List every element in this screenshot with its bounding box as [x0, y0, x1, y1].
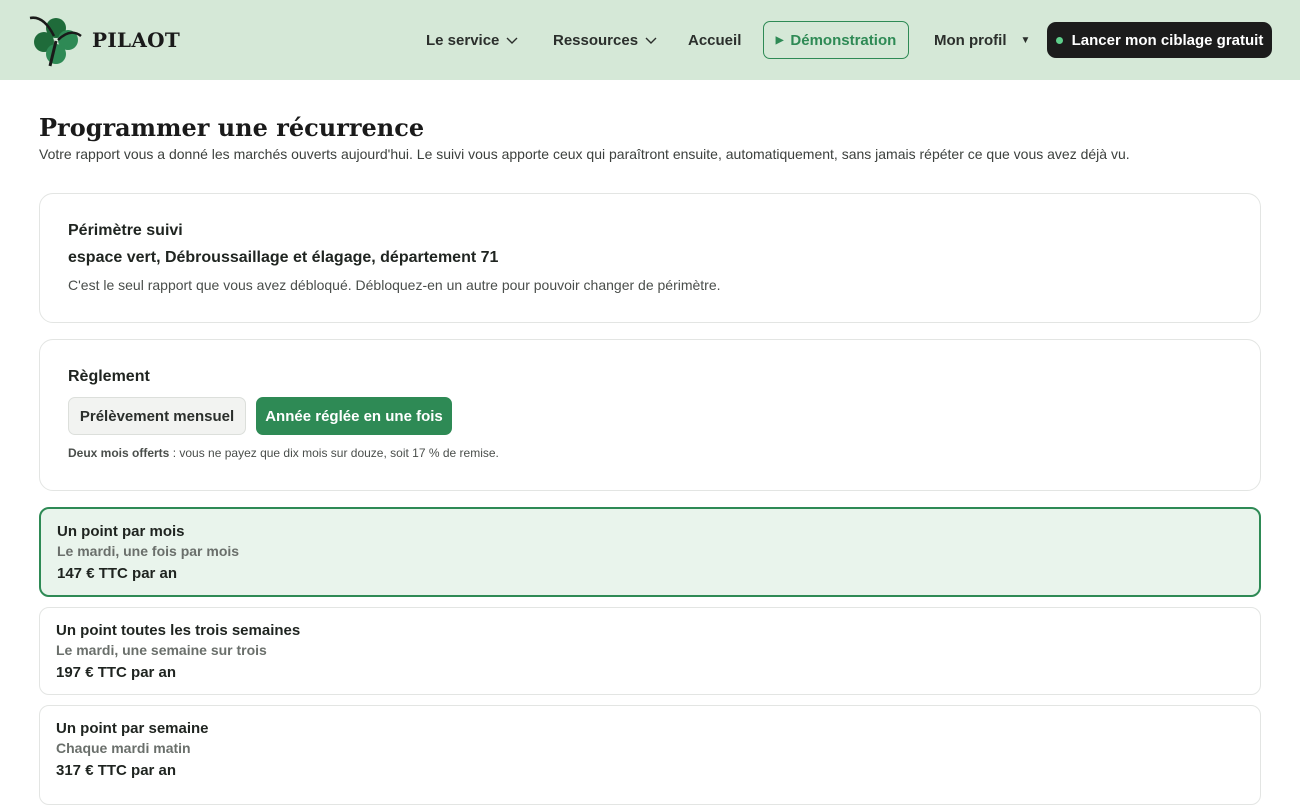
page-subtitle: Votre rapport vous a donné les marchés o…	[39, 146, 1130, 162]
play-icon: ▶	[775, 34, 784, 46]
nav-home-label: Accueil	[688, 31, 742, 49]
nav-profile[interactable]: Mon profil ▼	[934, 28, 1030, 52]
chevron-down-icon	[645, 37, 657, 44]
brand-logo[interactable]: PILAOT	[28, 14, 180, 68]
yearly-payment-button[interactable]: Année réglée en une fois	[256, 397, 452, 435]
plan-option-monthly[interactable]: Un point par mois Le mardi, une fois par…	[39, 507, 1261, 597]
payment-note-rest: : vous ne payez que dix mois sur douze, …	[169, 446, 499, 460]
nav-resources-label: Ressources	[553, 31, 639, 49]
plan-schedule: Le mardi, une fois par mois	[57, 543, 240, 559]
status-dot-icon	[1055, 36, 1063, 44]
start-targeting-button[interactable]: Lancer mon ciblage gratuit	[1047, 22, 1272, 58]
brand-name: PILAOT	[92, 28, 181, 52]
payment-card: Règlement Prélèvement mensuel Année régl…	[39, 339, 1261, 491]
scope-value: espace vert, Débroussaillage et élagage,…	[68, 249, 499, 266]
clover-logo-icon	[29, 16, 82, 67]
plan-title: Un point par mois	[57, 523, 185, 540]
plan-title: Un point par semaine	[56, 720, 209, 737]
scope-heading: Périmètre suivi	[68, 222, 183, 239]
payment-discount-note: Deux mois offerts : vous ne payez que di…	[68, 446, 499, 460]
plan-schedule: Chaque mardi matin	[56, 740, 191, 756]
plan-price: 197 € TTC par an	[56, 664, 177, 681]
nav-resources[interactable]: Ressources	[553, 28, 658, 52]
nav-service[interactable]: Le service	[426, 28, 519, 52]
payment-heading: Règlement	[68, 368, 150, 385]
start-targeting-label: Lancer mon ciblage gratuit	[1071, 31, 1264, 49]
demo-button[interactable]: ▶ Démonstration	[763, 21, 909, 59]
plan-schedule: Le mardi, une semaine sur trois	[56, 642, 267, 658]
page-title: Programmer une récurrence	[39, 113, 425, 142]
monthly-payment-button[interactable]: Prélèvement mensuel	[68, 397, 246, 435]
nav-home[interactable]: Accueil	[688, 28, 741, 52]
demo-button-label: Démonstration	[790, 31, 897, 49]
scope-card: Périmètre suivi espace vert, Débroussail…	[39, 193, 1261, 323]
plan-price: 317 € TTC par an	[56, 762, 177, 779]
plan-title: Un point toutes les trois semaines	[56, 622, 301, 639]
caret-down-icon: ▼	[1020, 34, 1031, 46]
nav-service-label: Le service	[426, 31, 500, 49]
payment-note-bold: Deux mois offerts	[68, 446, 170, 460]
plan-option-three-weeks[interactable]: Un point toutes les trois semaines Le ma…	[39, 607, 1261, 695]
nav-profile-label: Mon profil	[934, 31, 1007, 49]
chevron-down-icon	[506, 37, 518, 44]
plan-price: 147 € TTC par an	[57, 565, 178, 582]
scope-note: C'est le seul rapport que vous avez débl…	[68, 277, 721, 293]
plan-option-weekly[interactable]: Un point par semaine Chaque mardi matin …	[39, 705, 1261, 805]
top-navbar: PILAOT Le service Ressources Accueil ▶ D…	[0, 0, 1300, 80]
